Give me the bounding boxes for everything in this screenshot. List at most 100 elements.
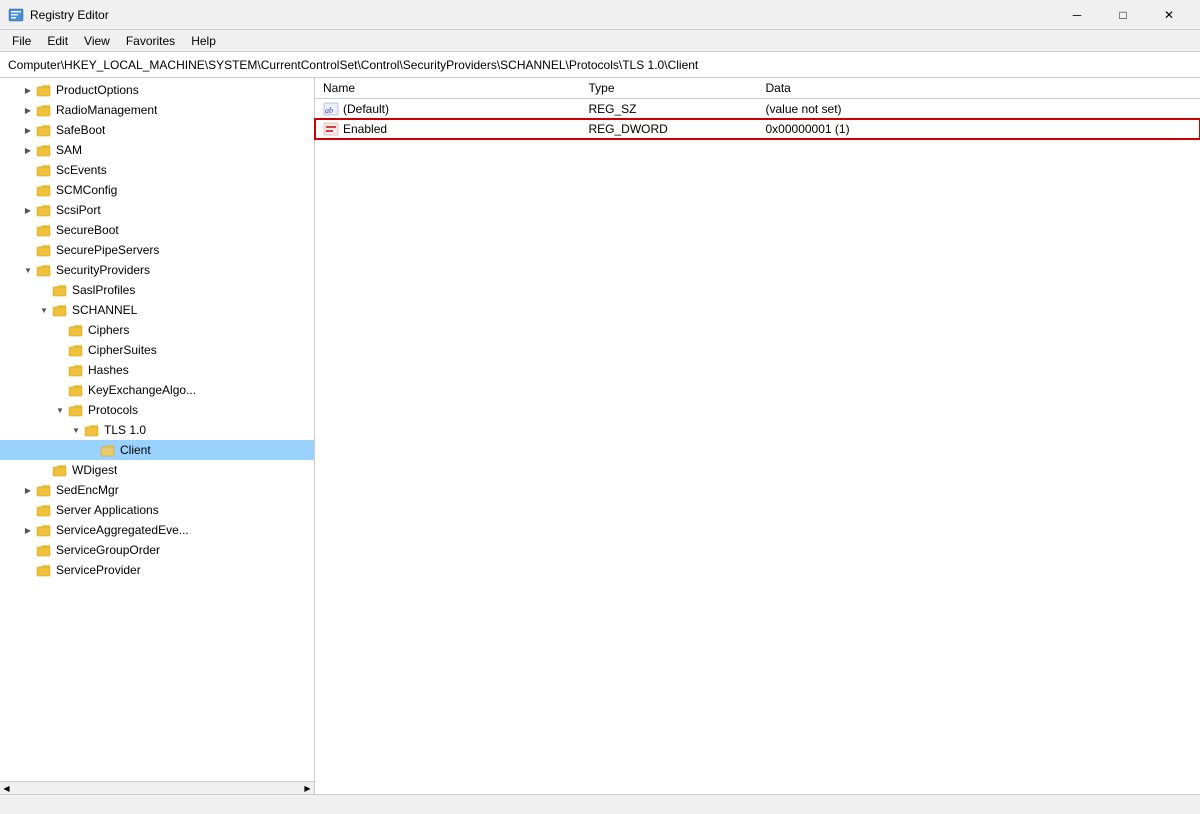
tree-label-ciphers: Ciphers <box>88 323 129 337</box>
tree-label-serviceGroupOrder: ServiceGroupOrder <box>56 543 160 557</box>
address-path: Computer\HKEY_LOCAL_MACHINE\SYSTEM\Curre… <box>8 58 698 72</box>
tree-item-scsiPort[interactable]: ▶ ScsiPort <box>0 200 314 220</box>
tree-item-schannel[interactable]: ▼ SCHANNEL <box>0 300 314 320</box>
title-bar-left: Registry Editor <box>8 7 109 23</box>
registry-row-enabled[interactable]: EnabledREG_DWORD0x00000001 (1) <box>315 119 1200 139</box>
folder-icon-sam <box>36 143 52 157</box>
address-bar: Computer\HKEY_LOCAL_MACHINE\SYSTEM\Curre… <box>0 52 1200 78</box>
right-panel: Name Type Data ab (Default)REG_SZ(value … <box>315 78 1200 794</box>
col-header-data: Data <box>758 78 1200 99</box>
tree-item-ciphers[interactable]: Ciphers <box>0 320 314 340</box>
tree-item-securityProviders[interactable]: ▼ SecurityProviders <box>0 260 314 280</box>
folder-icon-securePipeServers <box>36 243 52 257</box>
tree-item-sam[interactable]: ▶ SAM <box>0 140 314 160</box>
expand-btn-protocols[interactable]: ▼ <box>52 402 68 418</box>
tree-item-serviceProvider[interactable]: ServiceProvider <box>0 560 314 580</box>
title-bar: Registry Editor ─ □ ✕ <box>0 0 1200 30</box>
expand-btn-serviceAggregatedEve[interactable]: ▶ <box>20 522 36 538</box>
expand-btn-saslProfiles <box>36 282 52 298</box>
tree-item-serverApplications[interactable]: Server Applications <box>0 500 314 520</box>
menu-item-view[interactable]: View <box>76 32 118 50</box>
maximize-button[interactable]: □ <box>1100 0 1146 30</box>
close-button[interactable]: ✕ <box>1146 0 1192 30</box>
tree-item-scEvents[interactable]: ScEvents <box>0 160 314 180</box>
folder-icon-cipherSuites <box>68 343 84 357</box>
tree-item-sedEncMgr[interactable]: ▶ SedEncMgr <box>0 480 314 500</box>
registry-row-default[interactable]: ab (Default)REG_SZ(value not set) <box>315 99 1200 120</box>
expand-btn-schannel[interactable]: ▼ <box>36 302 52 318</box>
h-scroll-left[interactable]: ◀ <box>0 782 13 795</box>
expand-btn-scsiPort[interactable]: ▶ <box>20 202 36 218</box>
folder-icon-productOptions <box>36 83 52 97</box>
expand-btn-client <box>84 442 100 458</box>
tree-label-serverApplications: Server Applications <box>56 503 159 517</box>
tree-label-sam: SAM <box>56 143 82 157</box>
app-icon <box>8 7 24 23</box>
expand-btn-tls10[interactable]: ▼ <box>68 422 84 438</box>
expand-btn-sedEncMgr[interactable]: ▶ <box>20 482 36 498</box>
reg-type-enabled: REG_DWORD <box>581 119 758 139</box>
menu-item-file[interactable]: File <box>4 32 39 50</box>
tree-item-wdigest[interactable]: WDigest <box>0 460 314 480</box>
tree-item-safeBoot[interactable]: ▶ SafeBoot <box>0 120 314 140</box>
folder-icon-schannel <box>52 303 68 317</box>
folder-icon-secureBoot <box>36 223 52 237</box>
menu-item-help[interactable]: Help <box>183 32 224 50</box>
tree-label-sedEncMgr: SedEncMgr <box>56 483 119 497</box>
expand-btn-securityProviders[interactable]: ▼ <box>20 262 36 278</box>
tree-item-secureBoot[interactable]: SecureBoot <box>0 220 314 240</box>
tree-label-scsiPort: ScsiPort <box>56 203 101 217</box>
tree-item-hashes[interactable]: Hashes <box>0 360 314 380</box>
expand-btn-wdigest <box>36 462 52 478</box>
tree-label-saslProfiles: SaslProfiles <box>72 283 135 297</box>
expand-btn-sam[interactable]: ▶ <box>20 142 36 158</box>
tree-label-radioManagement: RadioManagement <box>56 103 157 117</box>
tree-item-radioManagement[interactable]: ▶ RadioManagement <box>0 100 314 120</box>
h-scroll-right[interactable]: ▶ <box>301 782 314 795</box>
folder-icon-radioManagement <box>36 103 52 117</box>
tree-label-client: Client <box>120 443 151 457</box>
tree-h-scrollbar[interactable]: ◀ ▶ <box>0 781 314 794</box>
tree-label-serviceAggregatedEve: ServiceAggregatedEve... <box>56 523 189 537</box>
h-scroll-track[interactable] <box>13 782 301 794</box>
tree-label-tls10: TLS 1.0 <box>104 423 146 437</box>
expand-btn-radioManagement[interactable]: ▶ <box>20 102 36 118</box>
expand-btn-safeBoot[interactable]: ▶ <box>20 122 36 138</box>
tree-item-serviceAggregatedEve[interactable]: ▶ ServiceAggregatedEve... <box>0 520 314 540</box>
expand-btn-productOptions[interactable]: ▶ <box>20 82 36 98</box>
folder-icon-serviceAggregatedEve <box>36 523 52 537</box>
tree-item-protocols[interactable]: ▼ Protocols <box>0 400 314 420</box>
tree-item-client[interactable]: Client <box>0 440 314 460</box>
menu-item-favorites[interactable]: Favorites <box>118 32 183 50</box>
tree-label-wdigest: WDigest <box>72 463 117 477</box>
tree-item-scmConfig[interactable]: SCMConfig <box>0 180 314 200</box>
tree-item-securePipeServers[interactable]: SecurePipeServers <box>0 240 314 260</box>
tree-item-serviceGroupOrder[interactable]: ServiceGroupOrder <box>0 540 314 560</box>
tree-label-safeBoot: SafeBoot <box>56 123 105 137</box>
svg-text:ab: ab <box>325 106 333 115</box>
menu-bar: FileEditViewFavoritesHelp <box>0 30 1200 52</box>
tree-label-securityProviders: SecurityProviders <box>56 263 150 277</box>
tree-item-productOptions[interactable]: ▶ ProductOptions <box>0 80 314 100</box>
tree-item-keyExchangeAlgo[interactable]: KeyExchangeAlgo... <box>0 380 314 400</box>
reg-name-text-enabled: Enabled <box>343 122 387 136</box>
tree-label-hashes: Hashes <box>88 363 129 377</box>
tree-item-cipherSuites[interactable]: CipherSuites <box>0 340 314 360</box>
expand-btn-securePipeServers <box>20 242 36 258</box>
expand-btn-ciphers <box>52 322 68 338</box>
tree-item-saslProfiles[interactable]: SaslProfiles <box>0 280 314 300</box>
reg-icon-enabled <box>323 121 339 137</box>
reg-data-default: (value not set) <box>758 99 1200 120</box>
col-header-type: Type <box>581 78 758 99</box>
reg-type-default: REG_SZ <box>581 99 758 120</box>
folder-icon-scsiPort <box>36 203 52 217</box>
expand-btn-hashes <box>52 362 68 378</box>
minimize-button[interactable]: ─ <box>1054 0 1100 30</box>
tree-item-tls10[interactable]: ▼ TLS 1.0 <box>0 420 314 440</box>
tree-label-productOptions: ProductOptions <box>56 83 139 97</box>
folder-icon-scmConfig <box>36 183 52 197</box>
folder-icon-safeBoot <box>36 123 52 137</box>
expand-btn-serviceGroupOrder <box>20 542 36 558</box>
menu-item-edit[interactable]: Edit <box>39 32 76 50</box>
col-header-name: Name <box>315 78 581 99</box>
